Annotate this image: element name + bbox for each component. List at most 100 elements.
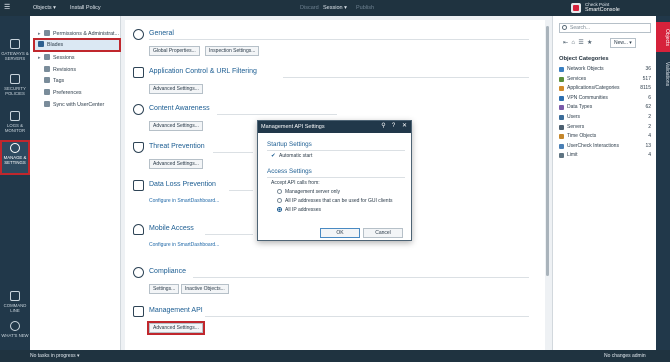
compliance-icon: [133, 267, 144, 278]
permissions-icon: [44, 30, 50, 36]
objects-menu[interactable]: Objects ▾: [33, 3, 56, 13]
category-count: 8115: [640, 85, 651, 92]
api-icon: [133, 306, 144, 317]
object-toolbar[interactable]: ⇤ ⌂ ☰ ★: [563, 39, 592, 46]
category-name: Services: [567, 75, 587, 82]
ok-button[interactable]: OK: [320, 228, 360, 238]
category-row[interactable]: Limit 4: [559, 152, 651, 161]
help-icon[interactable]: ?: [390, 123, 397, 130]
new-object-button[interactable]: New... ▾: [610, 38, 636, 48]
category-icon: [559, 143, 564, 149]
content-advanced-settings-button[interactable]: Advanced Settings...: [149, 121, 203, 131]
content-scrollbar[interactable]: [545, 20, 550, 346]
section-title: Compliance: [149, 268, 186, 275]
category-icon: [559, 76, 564, 82]
radio-selected-icon: [277, 207, 282, 212]
search-icon[interactable]: ⚲: [380, 123, 387, 130]
threat-advanced-settings-button[interactable]: Advanced Settings...: [149, 159, 203, 169]
rail-label: COMMAND LINE: [3, 303, 27, 313]
category-name: VPN Communities: [567, 94, 608, 101]
inactive-objects-button[interactable]: Inactive Objects...: [181, 284, 229, 294]
radio-icon: [277, 189, 282, 194]
divider: [229, 190, 253, 191]
category-name: Servers: [567, 123, 585, 130]
category-row[interactable]: VPN Communities 6: [559, 95, 651, 104]
category-name: Data Types: [567, 104, 593, 111]
category-count: 6: [648, 94, 651, 101]
radio-icon: [277, 198, 282, 203]
category-icon: [559, 67, 564, 72]
category-icon: [559, 115, 564, 120]
rail-manage-settings[interactable]: MANAGE & SETTINGS: [0, 140, 30, 175]
scrollbar-thumb[interactable]: [546, 26, 549, 276]
category-row[interactable]: UserCheck Interactions 13: [559, 143, 651, 152]
category-name: Limit: [567, 152, 578, 159]
automatic-start-checkbox[interactable]: ✔ Automatic start: [271, 153, 312, 159]
category-name: Users: [567, 114, 581, 120]
category-icon: [559, 86, 564, 92]
api-advanced-settings-button[interactable]: Advanced Settings...: [147, 321, 205, 335]
radio-gui-client-ips[interactable]: All IP addresses that can be used for GU…: [277, 198, 392, 204]
tree-item-blades[interactable]: Blades: [33, 38, 121, 52]
category-row[interactable]: Time Objects 4: [559, 133, 651, 142]
rail-security-policies[interactable]: SECURITY POLICIES: [0, 71, 30, 105]
global-properties-button[interactable]: Global Properties...: [149, 46, 200, 56]
category-row[interactable]: Applications/Categories 8115: [559, 85, 651, 94]
tree-item-sync-usercenter[interactable]: Sync with UserCenter: [44, 100, 104, 110]
tasks-status[interactable]: No tasks in progress ▾: [30, 353, 79, 359]
app-menu-icon[interactable]: ☰: [4, 3, 10, 13]
object-search-input[interactable]: Search...: [559, 23, 651, 33]
mobile-configure-link[interactable]: Configure in SmartDashboard...: [149, 242, 219, 248]
category-row[interactable]: Network Objects 36: [559, 66, 651, 75]
tree-item-sessions[interactable]: ▸ Sessions: [38, 53, 75, 63]
radio-all-ip-addresses[interactable]: All IP addresses: [277, 207, 321, 213]
brand-product: SmartConsole: [585, 7, 620, 13]
category-count: 36: [645, 66, 651, 72]
tab-objects[interactable]: Objects: [656, 22, 670, 52]
revisions-icon: [44, 66, 50, 72]
checkpoint-logo-icon: [571, 3, 581, 13]
rail-label: GATEWAYS & SERVERS: [1, 51, 29, 61]
rail-command-line[interactable]: COMMAND LINE: [0, 288, 30, 322]
tree-item-preferences[interactable]: Preferences: [44, 88, 82, 98]
settings-gear-icon: [10, 143, 20, 153]
cancel-button[interactable]: Cancel: [363, 228, 403, 238]
tree-item-revisions[interactable]: Revisions: [44, 65, 76, 75]
category-icon: [559, 153, 564, 159]
category-row[interactable]: Data Types 62: [559, 104, 651, 113]
discard-button[interactable]: Discard: [300, 3, 319, 13]
dlp-configure-link[interactable]: Configure in SmartDashboard...: [149, 198, 219, 204]
close-icon[interactable]: ✕: [401, 123, 408, 130]
category-row[interactable]: Servers 2: [559, 124, 651, 133]
tree-item-label: Permissions & Administrat...: [53, 31, 119, 37]
tree-item-label: Preferences: [53, 90, 82, 96]
appcontrol-advanced-settings-button[interactable]: Advanced Settings...: [149, 84, 203, 94]
side-tabs: Objects Validations: [656, 16, 670, 350]
section-title: Data Loss Prevention: [149, 181, 216, 188]
tag-icon: [44, 77, 50, 83]
session-menu[interactable]: Session ▾: [323, 3, 347, 13]
section-title: Application Control & URL Filtering: [149, 68, 257, 75]
publish-button[interactable]: Publish: [356, 3, 374, 13]
tree-item-tags[interactable]: Tags: [44, 76, 64, 86]
rail-whats-new[interactable]: WHAT'S NEW: [0, 318, 30, 352]
rail-gateways-servers[interactable]: GATEWAYS & SERVERS: [0, 36, 30, 70]
rail-logs-monitor[interactable]: LOGS & MONITOR: [0, 108, 30, 142]
tree-item-permissions[interactable]: ▸ Permissions & Administrat...: [38, 29, 119, 39]
access-settings-title: Access Settings: [267, 168, 312, 175]
search-icon: [562, 25, 567, 30]
divider: [267, 177, 405, 178]
category-row[interactable]: Services 517: [559, 76, 651, 85]
accept-from-label: Accept API calls from:: [271, 180, 320, 186]
divider: [149, 39, 529, 40]
inspection-settings-button[interactable]: Inspection Settings...: [205, 46, 260, 56]
compliance-settings-button[interactable]: Settings...: [149, 284, 180, 294]
expand-caret-icon[interactable]: ▸: [38, 53, 41, 63]
tree-item-label: Sync with UserCenter: [53, 102, 105, 108]
radio-management-server-only[interactable]: Management server only: [277, 189, 340, 195]
install-policy-button[interactable]: Install Policy: [70, 3, 101, 13]
expand-caret-icon[interactable]: ▸: [38, 29, 41, 39]
category-row[interactable]: Users 2: [559, 114, 651, 123]
tab-validations[interactable]: Validations: [656, 56, 670, 92]
tree-item-label: Tags: [53, 78, 65, 84]
